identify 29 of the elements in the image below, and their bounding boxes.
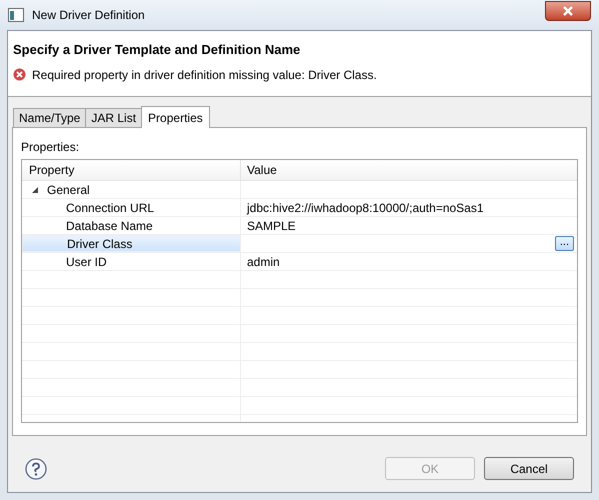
dialog-heading: Specify a Driver Template and Definition Name [13,41,300,59]
table-row[interactable]: General [22,181,577,199]
help-icon[interactable] [25,458,47,480]
property-name: Database Name [66,218,153,234]
property-name: Driver Class [67,236,132,252]
tab[interactable]: JAR List [85,108,142,127]
table-row[interactable]: Driver Class ... [22,235,577,253]
property-value: SAMPLE [247,218,296,234]
table-row[interactable]: Connection URL jdbc:hive2://iwhadoop8:10000/;auth=noSas1 [22,199,577,217]
window-title: New Driver Definition [32,7,145,24]
property-value: admin [247,254,280,270]
error-message: Required property in driver definition missing value: Driver Class. [32,66,377,84]
property-value: jdbc:hive2://iwhadoop8:10000/;auth=noSas1 [247,200,484,216]
properties-label: Properties: [21,139,80,156]
expanded-triangle-icon[interactable] [32,186,38,192]
close-icon [563,6,573,16]
property-name: Connection URL [66,200,154,216]
close-button[interactable] [545,1,591,21]
window-icon [8,8,24,22]
property-name: General [47,182,90,198]
column-header[interactable]: Property [22,160,241,180]
tab[interactable]: Name/Type [13,108,86,127]
dialog-button[interactable]: Cancel [484,457,574,480]
tab[interactable]: Properties [141,106,210,128]
error-icon [13,68,26,81]
column-header[interactable]: Value [241,160,577,180]
browse-button[interactable]: ... [554,236,574,251]
table-row[interactable]: User ID admin [22,253,577,271]
property-name: User ID [66,254,107,270]
